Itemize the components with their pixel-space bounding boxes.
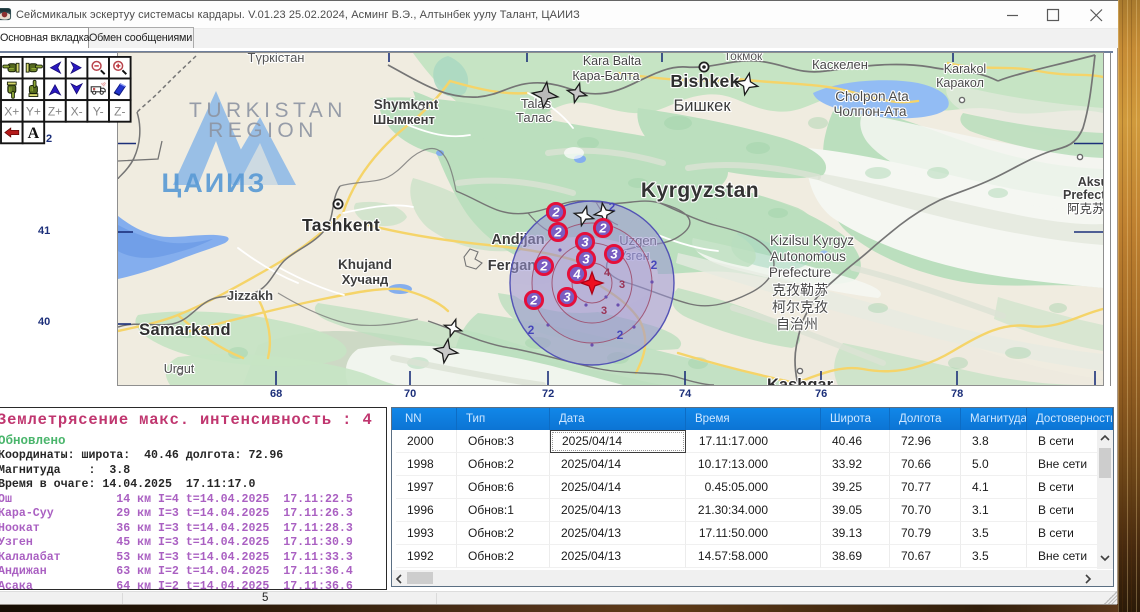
svg-text:自治州: 自治州 — [776, 316, 818, 332]
svg-text:Prefectu: Prefectu — [1063, 188, 1103, 202]
svg-text:Талас: Талас — [516, 110, 552, 125]
svg-text:3: 3 — [563, 290, 571, 305]
svg-text:3: 3 — [619, 279, 625, 291]
svg-text:2: 2 — [617, 328, 624, 342]
svg-text:2: 2 — [553, 225, 562, 240]
svg-text:2: 2 — [598, 221, 607, 236]
svg-text:X-: X- — [71, 104, 83, 118]
svg-text:Z+: Z+ — [48, 104, 62, 118]
svg-text:2: 2 — [651, 258, 658, 272]
svg-text:Cholpon Ata: Cholpon Ata — [835, 89, 909, 104]
svg-text:Bishkek: Bishkek — [670, 71, 739, 91]
svg-text:Aksu: Aksu — [1078, 175, 1103, 189]
svg-text:Y+: Y+ — [26, 104, 41, 118]
svg-text:Чолпон-Ата: Чолпон-Ата — [833, 104, 907, 119]
svg-text:克孜勒苏: 克孜勒苏 — [772, 282, 828, 298]
svg-text:4: 4 — [604, 267, 611, 279]
svg-text:Autonomous: Autonomous — [770, 249, 846, 264]
svg-text:Jizzakh: Jizzakh — [227, 288, 273, 303]
svg-text:Токмок: Токмок — [724, 53, 763, 63]
svg-text:Каскелен: Каскелен — [812, 57, 868, 72]
svg-text:A: A — [28, 125, 40, 142]
svg-text:2: 2 — [529, 293, 538, 308]
svg-text:3: 3 — [601, 305, 607, 317]
svg-text:Prefecture: Prefecture — [769, 265, 831, 280]
svg-text:Бишкек: Бишкек — [673, 97, 731, 115]
svg-text:Y-: Y- — [93, 104, 104, 118]
svg-text:阿克苏地: 阿克苏地 — [1067, 201, 1103, 216]
svg-text:3: 3 — [581, 235, 589, 250]
svg-text:2: 2 — [551, 205, 560, 220]
svg-text:柯尔克孜: 柯尔克孜 — [772, 299, 828, 315]
svg-text:3: 3 — [610, 247, 618, 262]
svg-text:Shymkent: Shymkent — [374, 97, 439, 112]
svg-text:3: 3 — [582, 252, 590, 267]
svg-text:Шымкент: Шымкент — [373, 112, 435, 127]
svg-text:Karakol: Karakol — [944, 62, 986, 76]
svg-text:Z-: Z- — [114, 104, 125, 118]
svg-text:ЦАИИЗ: ЦАИИЗ — [162, 168, 267, 198]
svg-text:Хучанд: Хучанд — [342, 272, 389, 287]
svg-text:Khujand: Khujand — [338, 257, 392, 272]
svg-text:Каракол: Каракол — [936, 76, 984, 90]
svg-text:2: 2 — [528, 323, 535, 337]
svg-text:Kyrgyzstan: Kyrgyzstan — [641, 179, 759, 202]
svg-text:X+: X+ — [4, 104, 19, 118]
svg-text:Кара-Балта: Кара-Балта — [572, 69, 639, 83]
svg-text:REGION: REGION — [208, 119, 318, 142]
svg-text:2: 2 — [539, 259, 548, 274]
svg-text:Kashgar: Kashgar — [767, 376, 834, 385]
svg-text:Kizilsu Kyrgyz: Kizilsu Kyrgyz — [770, 233, 854, 248]
svg-text:Түркістан: Түркістан — [248, 53, 305, 65]
svg-text:Samarkand: Samarkand — [139, 321, 231, 339]
svg-text:4: 4 — [572, 267, 581, 282]
svg-text:Tashkent: Tashkent — [302, 215, 380, 235]
svg-text:Kara Balta: Kara Balta — [583, 54, 641, 68]
